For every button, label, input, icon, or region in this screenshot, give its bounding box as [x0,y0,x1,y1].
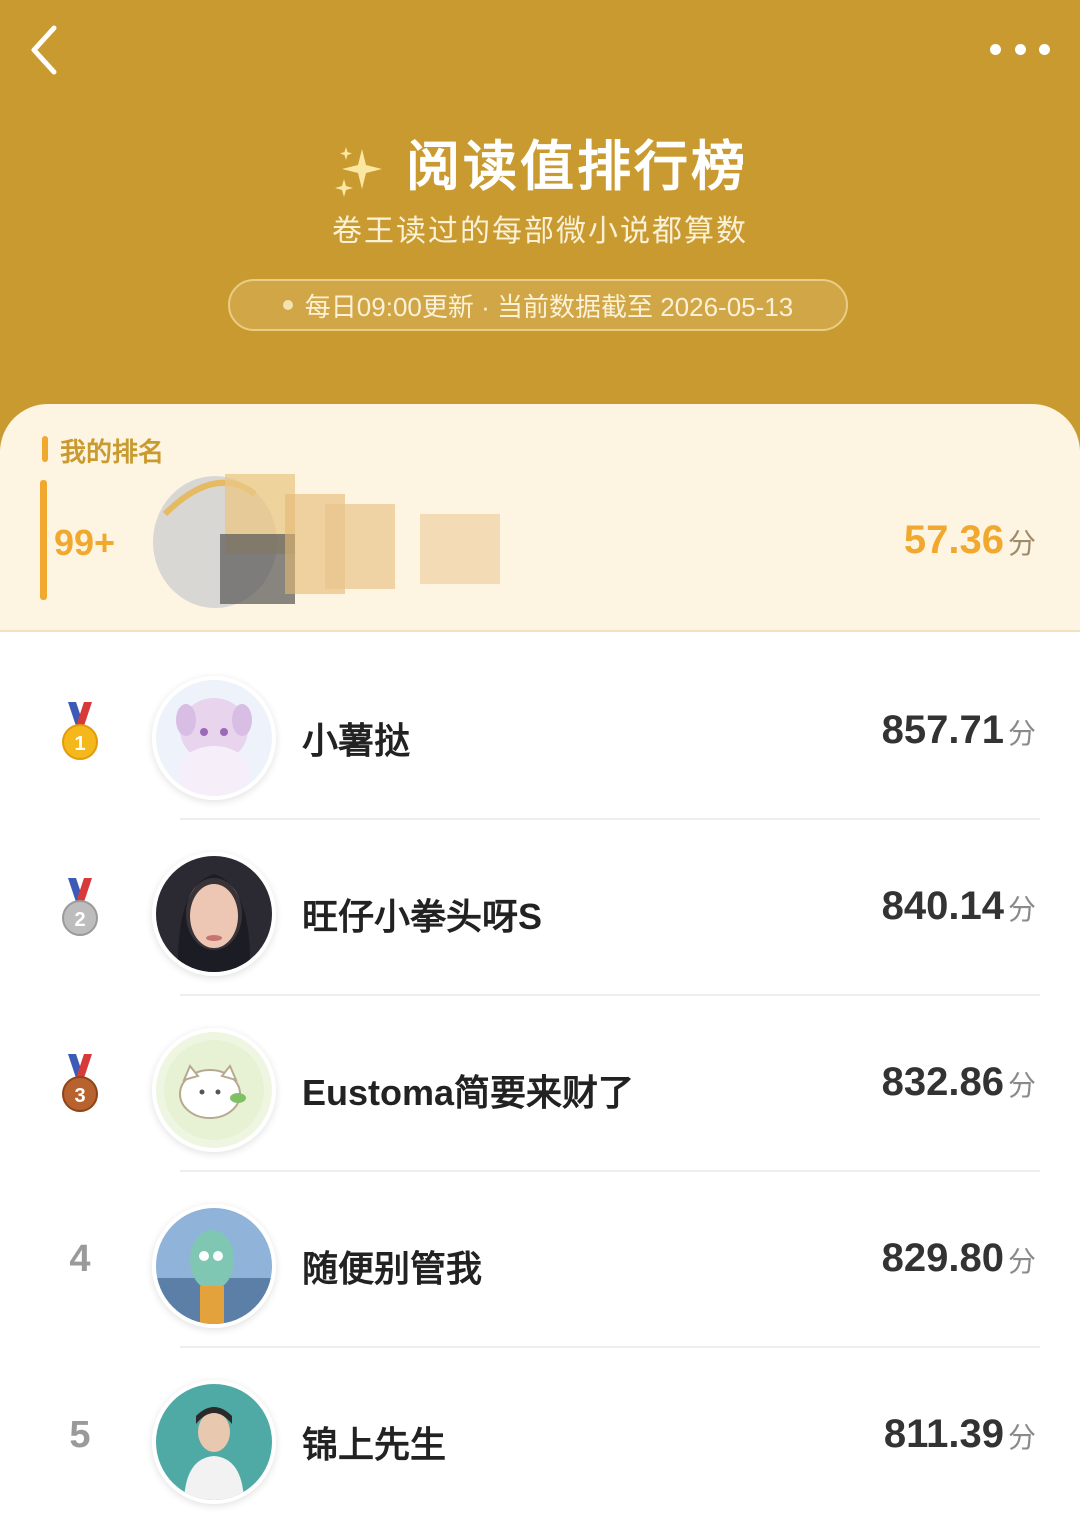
more-dot [1014,43,1026,55]
user-name: 小薯挞 [302,720,411,761]
user-score: 840.14 分 [882,884,1036,929]
user-score: 857.71 分 [882,708,1036,753]
my-rank-accent-bar [40,480,47,600]
rank-number: 5 [69,1414,91,1456]
page-subtitle: 卷王读过的每部微小说都算数 [332,215,748,248]
user-name: 旺仔小拳头呀S [302,896,543,937]
more-dot [1039,43,1050,55]
score-unit: 分 [1007,1070,1036,1101]
more-options-button[interactable] [990,34,1050,64]
avatar-image [156,680,272,796]
score-value: 857.71 [881,708,1004,752]
medal-number: 2 [74,909,85,931]
score-value: 811.39 [883,1412,1004,1456]
score-unit: 分 [1007,1422,1036,1453]
score-unit: 分 [1007,1246,1036,1277]
more-dot [990,43,1001,55]
my-rank-number: 99+ [54,522,116,563]
leaderboard-row[interactable]: 3 Eustoma简要来财了 832.86 分 [0,996,1080,1172]
update-text: 每日09:00更新 · 当前数据截至 2026-05-13 [304,291,794,322]
avatar[interactable] [152,1380,276,1504]
user-score: 811.39 分 [884,1412,1036,1457]
update-info-pill: 每日09:00更新 · 当前数据截至 2026-05-13 [228,279,848,331]
rank-number: 4 [69,1238,91,1280]
medal-number: 1 [74,733,85,755]
score-value: 832.86 [881,1060,1004,1104]
gold-medal-icon: 1 [62,702,98,760]
leaderboard-row[interactable]: 5 锦上先生 811.39 分 [0,1348,1080,1524]
user-score: 829.80 分 [882,1236,1036,1281]
avatar[interactable] [152,1204,276,1328]
avatar-image [156,856,272,972]
sparkles-icon [335,146,382,197]
back-button[interactable] [22,20,72,80]
avatar-image [156,1032,272,1148]
avatar[interactable] [152,852,276,976]
user-name: Eustoma简要来财了 [302,1072,635,1113]
score-value: 840.14 [881,884,1004,928]
avatar-image [156,1208,272,1324]
score-value: 829.80 [881,1236,1004,1280]
leaderboard-row[interactable]: 1 小薯挞 857.71 分 [0,644,1080,820]
avatar[interactable] [152,676,276,800]
my-score-unit: 分 [1007,528,1036,559]
page-title: 阅读值排行榜 [406,137,748,197]
status-dot [282,300,293,310]
user-score: 832.86 分 [882,1060,1036,1105]
my-rank-card[interactable]: 我的排名 99+ 57.36 分 [0,404,1080,632]
my-score: 57.36 分 [904,518,1036,563]
redacted-user-info [153,474,500,608]
score-unit: 分 [1007,894,1036,925]
user-name: 锦上先生 [302,1424,447,1465]
score-unit: 分 [1007,718,1036,749]
page-title-row: 阅读值排行榜 [0,122,1080,201]
leaderboard-row[interactable]: 4 随便别管我 829.80 分 [0,1172,1080,1348]
leaderboard-row[interactable]: 2 旺仔小拳头呀S 840.14 分 [0,820,1080,996]
header: 阅读值排行榜 卷王读过的每部微小说都算数 每日09:00更新 · 当前数据截至 … [0,0,1080,450]
my-score-value: 57.36 [903,518,1004,562]
silver-medal-icon: 2 [62,878,98,936]
user-name: 随便别管我 [302,1248,483,1289]
avatar-image [156,1384,272,1500]
chevron-left-icon [31,25,57,75]
avatar[interactable] [152,1028,276,1152]
medal-number: 3 [74,1085,85,1107]
bronze-medal-icon: 3 [62,1054,98,1112]
